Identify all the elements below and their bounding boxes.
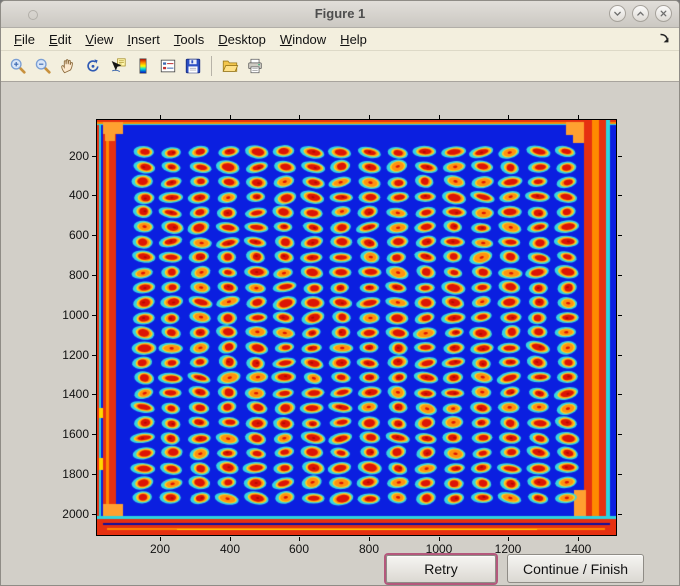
close-button[interactable] [655, 5, 672, 22]
data-cursor-icon[interactable] [107, 54, 129, 78]
x-tick-label: 1000 [425, 542, 453, 556]
zoom-out-icon[interactable] [32, 54, 54, 78]
tick-mark [160, 537, 161, 541]
tick-mark [578, 537, 579, 541]
title-bar[interactable]: Figure 1 [1, 1, 679, 28]
insert-legend-icon[interactable] [157, 54, 179, 78]
retry-button[interactable]: Retry [386, 555, 496, 583]
menu-item-tools[interactable]: Tools [167, 30, 211, 49]
close-icon [660, 10, 667, 17]
x-tick-label: 600 [288, 542, 310, 556]
tick-mark [369, 537, 370, 541]
tick-mark [230, 537, 231, 541]
menu-item-view[interactable]: View [78, 30, 120, 49]
y-tick-label: 1400 [62, 387, 89, 401]
insert-colorbar-icon[interactable] [132, 54, 154, 78]
x-tick-label: 400 [219, 542, 241, 556]
x-tick-label: 200 [149, 542, 171, 556]
figure-canvas-area: 200 400 600 800 1000 1200 1400 200 400 600 800 1000… [1, 82, 679, 585]
menu-item-edit[interactable]: Edit [42, 30, 78, 49]
rotate-3d-icon[interactable] [82, 54, 104, 78]
figure-window: Figure 1 File Edit View Insert Tools Desktop W… [0, 0, 680, 586]
tick-mark [618, 474, 622, 475]
tick-mark [508, 537, 509, 541]
chevron-down-icon [614, 11, 621, 16]
print-figure-icon[interactable] [244, 54, 266, 78]
y-tick-label: 1200 [62, 348, 89, 362]
y-tick-label: 1800 [62, 467, 89, 481]
dock-figure-icon[interactable] [658, 32, 671, 48]
y-tick-label: 2000 [62, 507, 89, 521]
menu-item-help[interactable]: Help [333, 30, 374, 49]
y-tick-label: 1000 [62, 308, 89, 322]
tick-mark [618, 514, 622, 515]
tick-mark [618, 355, 622, 356]
tick-mark [618, 195, 622, 196]
menu-items: File Edit View Insert Tools Desktop Window Help [7, 30, 374, 49]
menu-item-insert[interactable]: Insert [120, 30, 167, 49]
tick-mark [618, 394, 622, 395]
toolbar [1, 51, 679, 82]
zoom-in-icon[interactable] [7, 54, 29, 78]
tick-mark [618, 315, 622, 316]
open-file-icon[interactable] [219, 54, 241, 78]
tick-mark [618, 275, 622, 276]
maximize-button[interactable] [632, 5, 649, 22]
y-tick-label: 800 [68, 268, 89, 282]
menu-item-desktop[interactable]: Desktop [211, 30, 273, 49]
chevron-up-icon [637, 11, 644, 16]
pan-icon[interactable] [57, 54, 79, 78]
tick-mark [618, 156, 622, 157]
y-tick-label: 1600 [62, 427, 89, 441]
menu-bar: File Edit View Insert Tools Desktop Window Help [1, 28, 679, 51]
y-tick-label: 600 [68, 228, 89, 242]
menu-item-window[interactable]: Window [273, 30, 333, 49]
tick-mark [299, 537, 300, 541]
toolbar-buttons [7, 54, 266, 78]
continue-finish-button[interactable]: Continue / Finish [507, 554, 644, 583]
scan-image [97, 120, 616, 535]
tick-mark [618, 235, 622, 236]
window-controls [609, 5, 672, 22]
x-tick-label: 800 [358, 542, 380, 556]
tick-mark [439, 537, 440, 541]
y-tick-label: 200 [68, 149, 89, 163]
minimize-button[interactable] [609, 5, 626, 22]
y-tick-label: 400 [68, 188, 89, 202]
window-title: Figure 1 [314, 6, 366, 21]
toolbar-separator [211, 56, 212, 76]
menu-item-file[interactable]: File [7, 30, 42, 49]
tick-mark [618, 434, 622, 435]
save-figure-icon[interactable] [182, 54, 204, 78]
plot-box [96, 119, 617, 536]
